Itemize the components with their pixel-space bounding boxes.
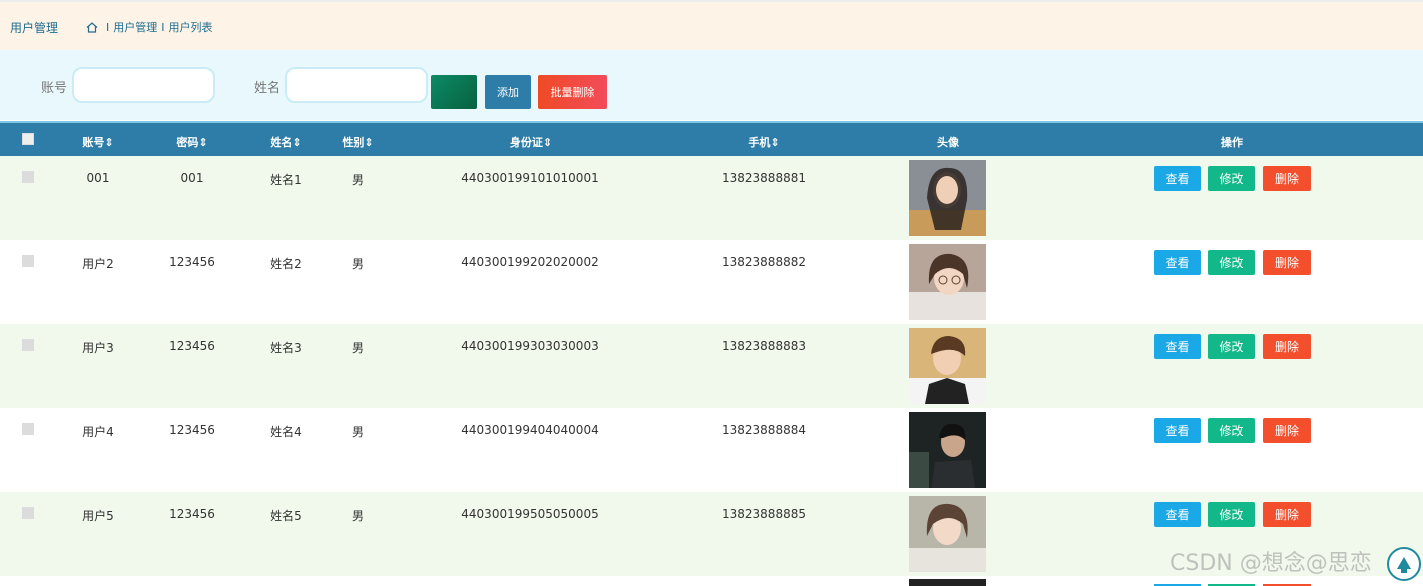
- avatar-image: [909, 496, 986, 572]
- row-checkbox[interactable]: [22, 507, 34, 519]
- cell-name: 姓名5: [270, 509, 302, 523]
- row-checkbox[interactable]: [22, 423, 34, 435]
- row-checkbox[interactable]: [22, 171, 34, 183]
- cell-gender: 男: [351, 425, 364, 439]
- sort-icon: ⇕: [542, 136, 553, 149]
- delete-button[interactable]: 删除: [1263, 250, 1311, 275]
- breadcrumb-item-user-list: 用户列表: [168, 21, 213, 34]
- table-row: [0, 576, 1423, 586]
- delete-button[interactable]: 删除: [1263, 502, 1311, 527]
- breadcrumb: I 用户管理 I 用户列表: [86, 19, 213, 35]
- cell-id-card: 440300199505050005: [461, 507, 599, 521]
- name-input[interactable]: [285, 67, 428, 103]
- account-input[interactable]: [72, 67, 215, 103]
- column-header-name[interactable]: 姓名⇕: [258, 134, 314, 150]
- edit-button[interactable]: 修改: [1208, 166, 1255, 191]
- sort-icon: ⇕: [104, 136, 114, 149]
- sort-icon: ⇕: [292, 136, 302, 149]
- avatar-image: [909, 244, 986, 320]
- cell-gender: 男: [351, 173, 364, 187]
- scroll-top-icon[interactable]: [1387, 547, 1421, 581]
- avatar-image: [909, 328, 986, 404]
- cell-password: 123456: [169, 255, 215, 269]
- row-checkbox[interactable]: [22, 339, 34, 351]
- add-button[interactable]: 添加: [485, 75, 531, 109]
- cell-id-card: 440300199404040004: [461, 423, 599, 437]
- cell-phone: 13823888882: [722, 255, 806, 269]
- column-header-avatar: 头像: [937, 136, 959, 149]
- home-icon[interactable]: [86, 21, 98, 33]
- view-button[interactable]: 查看: [1154, 334, 1201, 359]
- cell-id-card: 440300199202020002: [461, 255, 599, 269]
- cell-gender: 男: [351, 257, 364, 271]
- cell-password: 123456: [169, 507, 215, 521]
- cell-phone: 13823888883: [722, 339, 806, 353]
- cell-phone: 13823888884: [722, 423, 806, 437]
- account-label: 账号: [41, 81, 68, 96]
- cell-password: 123456: [169, 339, 215, 353]
- cell-phone: 13823888881: [722, 171, 806, 185]
- column-header-id-card[interactable]: 身份证⇕: [490, 134, 572, 150]
- search-bar: 账号 姓名 添加 批量删除: [0, 50, 1423, 120]
- view-button[interactable]: 查看: [1154, 418, 1201, 443]
- table-header: 账号⇕ 密码⇕ 姓名⇕ 性别⇕ 身份证⇕ 手机⇕ 头像 操作: [0, 121, 1423, 156]
- sort-icon: ⇕: [770, 136, 780, 149]
- cell-password: 001: [180, 171, 204, 185]
- cell-name: 姓名4: [270, 425, 302, 439]
- cell-gender: 男: [351, 509, 364, 523]
- cell-phone: 13823888885: [722, 507, 806, 521]
- breadcrumb-separator: I: [106, 20, 110, 34]
- breadcrumb-item-user-management[interactable]: 用户管理: [113, 19, 157, 35]
- page-title: 用户管理: [10, 21, 59, 35]
- cell-account: 用户2: [82, 257, 114, 271]
- edit-button[interactable]: 修改: [1208, 334, 1255, 359]
- view-button[interactable]: 查看: [1154, 250, 1201, 275]
- view-button[interactable]: 查看: [1154, 502, 1201, 527]
- table-row: 001 001 姓名1 男 440300199101010001 1382388…: [0, 156, 1423, 240]
- sort-icon: ⇕: [364, 136, 374, 149]
- cell-account: 用户5: [82, 509, 114, 523]
- edit-button[interactable]: 修改: [1208, 502, 1255, 527]
- cell-gender: 男: [351, 341, 364, 355]
- search-button[interactable]: [431, 75, 477, 109]
- select-all-checkbox[interactable]: [22, 133, 34, 145]
- cell-password: 123456: [169, 423, 215, 437]
- avatar-image: [909, 579, 986, 586]
- cell-name: 姓名3: [270, 341, 302, 355]
- cell-id-card: 440300199303030003: [461, 339, 599, 353]
- delete-button[interactable]: 删除: [1263, 418, 1311, 443]
- column-header-gender[interactable]: 性别⇕: [330, 134, 386, 150]
- sort-icon: ⇕: [198, 136, 208, 149]
- edit-button[interactable]: 修改: [1208, 250, 1255, 275]
- cell-id-card: 440300199101010001: [461, 171, 599, 185]
- avatar-image: [909, 160, 986, 236]
- watermark: CSDN @想念@思恋: [1170, 551, 1372, 576]
- column-header-account[interactable]: 账号⇕: [70, 134, 126, 150]
- row-checkbox[interactable]: [22, 255, 34, 267]
- table-row: 用户2 123456 姓名2 男 440300199202020002 1382…: [0, 240, 1423, 324]
- cell-name: 姓名1: [270, 173, 302, 187]
- avatar-image: [909, 412, 986, 488]
- cell-name: 姓名2: [270, 257, 302, 271]
- column-header-password[interactable]: 密码⇕: [164, 134, 220, 150]
- delete-button[interactable]: 删除: [1263, 334, 1311, 359]
- delete-button[interactable]: 删除: [1263, 166, 1311, 191]
- cell-account: 001: [86, 171, 110, 185]
- table-row: 用户4 123456 姓名4 男 440300199404040004 1382…: [0, 408, 1423, 492]
- column-header-actions: 操作: [1221, 136, 1243, 149]
- cell-account: 用户3: [82, 341, 114, 355]
- batch-delete-button[interactable]: 批量删除: [538, 75, 607, 109]
- cell-account: 用户4: [82, 425, 114, 439]
- name-label: 姓名: [254, 81, 281, 96]
- column-header-phone[interactable]: 手机⇕: [736, 134, 792, 150]
- table-row: 用户3 123456 姓名3 男 440300199303030003 1382…: [0, 324, 1423, 408]
- top-bar: 用户管理 I 用户管理 I 用户列表: [0, 0, 1423, 50]
- breadcrumb-separator: I: [161, 20, 165, 34]
- view-button[interactable]: 查看: [1154, 166, 1201, 191]
- edit-button[interactable]: 修改: [1208, 418, 1255, 443]
